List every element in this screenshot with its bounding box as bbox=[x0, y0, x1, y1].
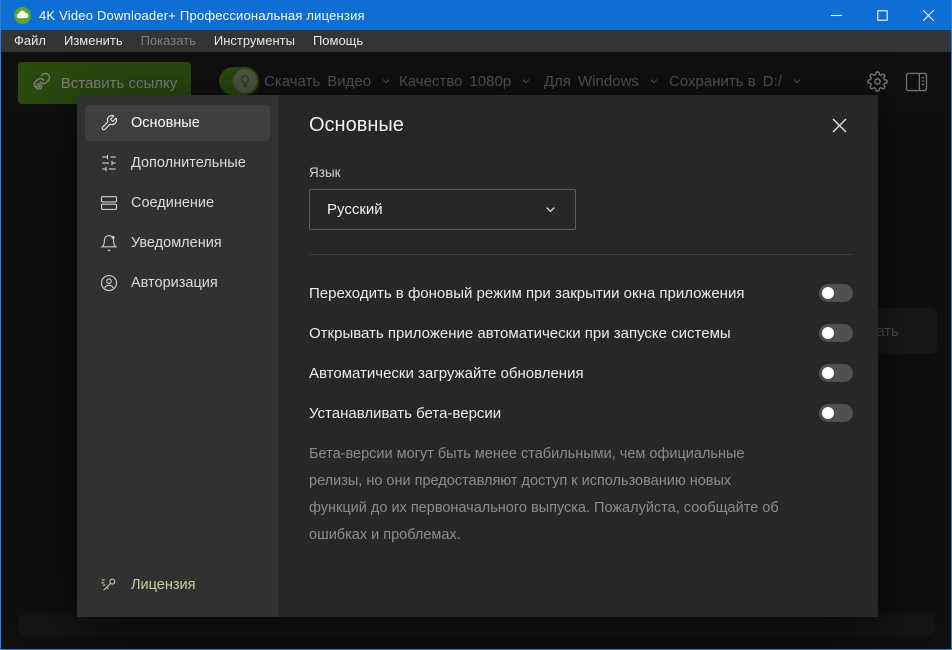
sliders-icon bbox=[100, 154, 118, 172]
setting-row-auto-updates: Автоматически загружайте обновления bbox=[309, 353, 853, 393]
autostart-toggle[interactable] bbox=[819, 324, 853, 342]
sidebar-item-label: Соединение bbox=[131, 195, 214, 211]
menu-view: Показать bbox=[132, 30, 205, 52]
menu-file[interactable]: Файл bbox=[5, 30, 55, 52]
setting-row-beta-versions: Устанавливать бета-версии bbox=[309, 393, 853, 433]
app-window: 4K Video Downloader+ Профессиональная ли… bbox=[0, 0, 952, 650]
sidebar-item-label: Авторизация bbox=[131, 275, 218, 291]
language-label: Язык bbox=[309, 165, 853, 180]
license-label: Лицензия bbox=[131, 577, 195, 593]
sidebar-item-label: Основные bbox=[131, 115, 200, 131]
close-window-button[interactable] bbox=[905, 0, 951, 30]
user-circle-icon bbox=[100, 274, 118, 292]
setting-row-autostart: Открывать приложение автоматически при з… bbox=[309, 313, 853, 353]
settings-panel-general: Основные Язык Русский Переходить в фонов… bbox=[278, 95, 878, 617]
sidebar-item-advanced[interactable]: Дополнительные bbox=[85, 145, 270, 181]
app-logo-icon bbox=[14, 7, 31, 24]
license-key-icon bbox=[100, 576, 118, 594]
menubar: Файл Изменить Показать Инструменты Помощ… bbox=[1, 30, 951, 52]
menu-help[interactable]: Помощь bbox=[304, 30, 372, 52]
beta-description: Бета-версии могут быть менее стабильными… bbox=[309, 441, 789, 549]
sidebar-item-general[interactable]: Основные bbox=[85, 105, 270, 141]
wrench-icon bbox=[100, 114, 118, 132]
app-body: Вставить ссылку Скачать Видео Качество 1… bbox=[1, 52, 951, 650]
panel-title: Основные bbox=[309, 114, 404, 137]
auto-updates-toggle[interactable] bbox=[819, 364, 853, 382]
maximize-button[interactable] bbox=[859, 0, 905, 30]
sidebar-item-notifications[interactable]: Уведомления bbox=[85, 225, 270, 261]
sidebar-item-label: Уведомления bbox=[131, 235, 222, 251]
settings-sidebar: Основные Дополнительные Соединение Уведо… bbox=[77, 95, 278, 617]
setting-row-background-mode: Переходить в фоновый режим при закрытии … bbox=[309, 273, 853, 313]
language-selected-value: Русский bbox=[327, 201, 383, 218]
sidebar-item-license[interactable]: Лицензия bbox=[85, 567, 270, 603]
language-select[interactable]: Русский bbox=[309, 189, 576, 230]
setting-label: Устанавливать бета-версии bbox=[309, 405, 501, 422]
setting-label: Открывать приложение автоматически при з… bbox=[309, 325, 731, 342]
beta-versions-toggle[interactable] bbox=[819, 404, 853, 422]
menu-edit[interactable]: Изменить bbox=[55, 30, 132, 52]
menu-tools[interactable]: Инструменты bbox=[205, 30, 304, 52]
setting-label: Переходить в фоновый режим при закрытии … bbox=[309, 285, 744, 302]
bell-icon bbox=[100, 234, 118, 252]
minimize-button[interactable] bbox=[813, 0, 859, 30]
background-mode-toggle[interactable] bbox=[819, 284, 853, 302]
settings-modal: Основные Дополнительные Соединение Уведо… bbox=[77, 95, 878, 617]
window-title: 4K Video Downloader+ Профессиональная ли… bbox=[39, 8, 365, 23]
titlebar: 4K Video Downloader+ Профессиональная ли… bbox=[1, 0, 951, 30]
sidebar-item-authorization[interactable]: Авторизация bbox=[85, 265, 270, 301]
setting-label: Автоматически загружайте обновления bbox=[309, 365, 584, 382]
close-icon bbox=[832, 118, 847, 133]
chevron-down-icon bbox=[543, 202, 558, 217]
server-icon bbox=[100, 194, 118, 212]
close-settings-button[interactable] bbox=[825, 111, 853, 139]
sidebar-item-label: Дополнительные bbox=[131, 155, 246, 171]
section-divider bbox=[309, 254, 853, 255]
sidebar-item-connection[interactable]: Соединение bbox=[85, 185, 270, 221]
